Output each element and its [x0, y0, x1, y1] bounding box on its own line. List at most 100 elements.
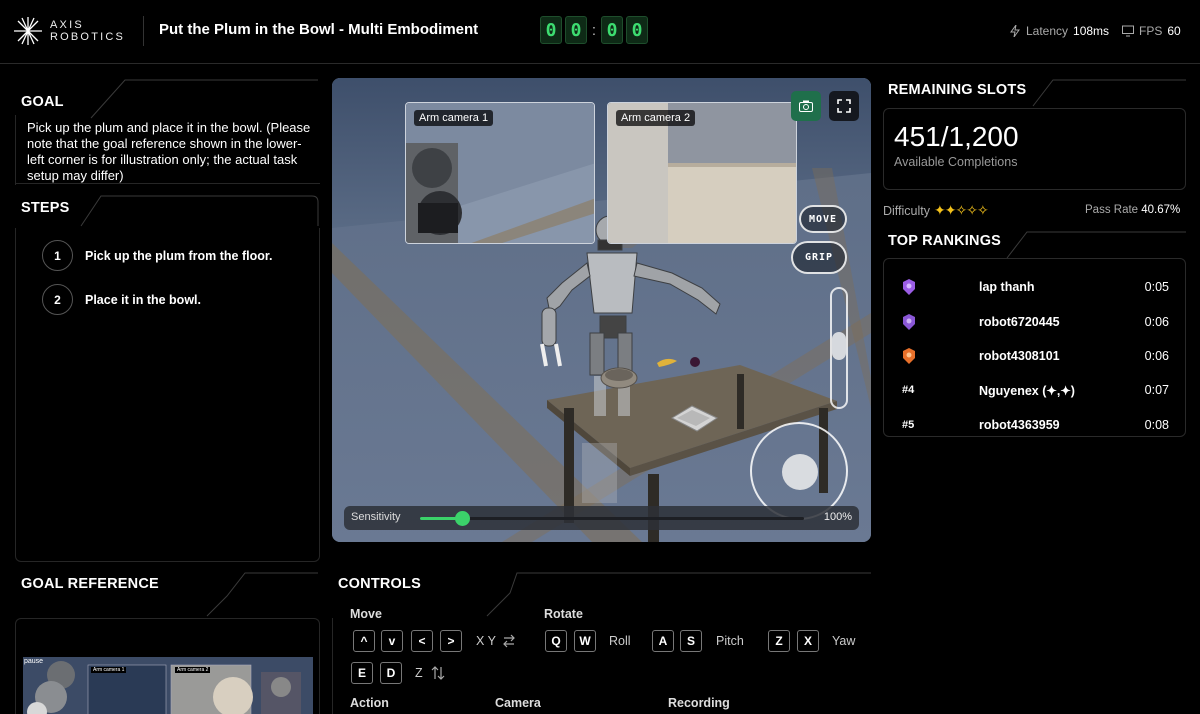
timer-digit: 0 [626, 16, 648, 44]
sensitivity-thumb[interactable] [455, 511, 471, 526]
step-number: 2 [42, 284, 73, 315]
ranking-name: robot4363959 [979, 418, 1060, 432]
ranking-row[interactable]: lap thanh 0:05 [884, 278, 1187, 298]
grip-button[interactable]: GRIP [791, 241, 847, 274]
brand-line-2: ROBOTICS [50, 31, 126, 43]
timer-digit: 0 [601, 16, 623, 44]
move-up-key[interactable]: ^ [353, 630, 375, 652]
goal-reference-header: GOAL REFERENCE [15, 568, 320, 617]
goal-frame-bottom [15, 183, 320, 184]
ranking-row[interactable]: robot4308101 0:06 [884, 347, 1187, 367]
ranking-time: 0:07 [1144, 383, 1169, 397]
ref-cam1-label: Arm camera 1 [91, 667, 127, 673]
yaw-label: Yaw [832, 634, 856, 648]
difficulty-stars-icon: ✦✦✧✧✧ [934, 202, 989, 218]
step-text: Place it in the bowl. [85, 292, 201, 307]
step-item: 1 Pick up the plum from the floor. [42, 240, 273, 271]
rankings-list: lap thanh 0:05 robot6720445 0:06 robot43… [883, 258, 1186, 437]
z-down-key[interactable]: D [380, 662, 402, 684]
simulation-viewport[interactable]: Arm camera 1 Arm camera 2 MOVE GRIP Sens… [332, 78, 871, 542]
top-rankings-title: TOP RANKINGS [888, 233, 1002, 249]
goal-frame-edge [15, 115, 16, 185]
steps-title: STEPS [21, 200, 70, 216]
roll-left-key[interactable]: Q [545, 630, 567, 652]
recording-label: Recording [668, 696, 730, 710]
difficulty: Difficulty ✦✦✧✧✧ [883, 202, 989, 219]
latency-indicator: Latency 108ms [1009, 24, 1109, 38]
fullscreen-icon [837, 99, 851, 113]
z-up-key[interactable]: E [351, 662, 373, 684]
fps-value: 60 [1167, 24, 1181, 38]
pause-label: pause [24, 658, 44, 665]
fps-indicator: FPS 60 [1122, 24, 1181, 38]
ranking-row[interactable]: robot6720445 0:06 [884, 313, 1187, 333]
second-place-badge-icon [903, 314, 915, 330]
sensitivity-label: Sensitivity [351, 511, 401, 523]
ranking-row[interactable]: #5 robot4363959 0:08 [884, 416, 1187, 436]
yaw-right-key[interactable]: X [797, 630, 819, 652]
move-mode-button[interactable]: MOVE [799, 205, 847, 233]
remaining-slots-value: 451/1,200 [894, 121, 1019, 152]
lightning-icon [1010, 25, 1020, 37]
step-number: 1 [42, 240, 73, 271]
rotate-label: Rotate [544, 607, 583, 621]
swap-horizontal-icon [503, 634, 515, 648]
steps-panel: 1 Pick up the plum from the floor. 2 Pla… [15, 228, 320, 562]
step-text: Pick up the plum from the floor. [85, 248, 273, 263]
sensitivity-value: 100% [823, 511, 852, 523]
goal-header: GOAL [15, 78, 320, 119]
ranking-name: robot4308101 [979, 349, 1060, 363]
fullscreen-button[interactable] [829, 91, 859, 121]
ranking-position: #4 [902, 384, 915, 396]
pass-rate-value: 40.67% [1141, 204, 1181, 216]
remaining-slots-card: 451/1,200 Available Completions [883, 108, 1186, 190]
timer: 0 0 : 0 0 [540, 16, 648, 44]
goal-reference-title: GOAL REFERENCE [21, 576, 159, 592]
arm-camera-1-feed[interactable]: Arm camera 1 [405, 102, 595, 244]
goal-description: Pick up the plum and place it in the bow… [27, 120, 311, 183]
sensitivity-slider[interactable] [420, 511, 804, 526]
brand-line-1: AXIS [50, 19, 84, 31]
axis-logo-icon [14, 17, 42, 45]
ranking-time: 0:05 [1144, 280, 1169, 294]
xy-label: X Y [476, 634, 496, 648]
task-title: Put the Plum in the Bowl - Multi Embodim… [159, 21, 479, 38]
ranking-name: lap thanh [979, 280, 1035, 294]
ranking-time: 0:06 [1144, 349, 1169, 363]
header-divider [143, 16, 144, 46]
arm-camera-2-feed[interactable]: Arm camera 2 [607, 102, 797, 244]
third-place-badge-icon [903, 348, 915, 364]
ranking-row[interactable]: #4 Nguyenex (✦,✦) 0:07 [884, 381, 1187, 401]
z-label: Z [415, 666, 423, 680]
move-down-key[interactable]: v [381, 630, 403, 652]
move-label: Move [350, 607, 382, 621]
pitch-down-key[interactable]: S [680, 630, 702, 652]
goal-title: GOAL [21, 94, 64, 110]
move-right-key[interactable]: > [440, 630, 462, 652]
ranking-position: #5 [902, 419, 915, 431]
timer-separator: : [591, 21, 597, 39]
pass-rate: Pass Rate 40.67% [1085, 204, 1180, 216]
height-slider[interactable] [830, 287, 848, 409]
first-place-badge-icon [903, 279, 915, 295]
fps-label: FPS [1139, 24, 1163, 38]
joystick-knob[interactable] [782, 454, 818, 490]
height-slider-thumb[interactable] [832, 332, 846, 360]
pitch-up-key[interactable]: A [652, 630, 674, 652]
goal-reference-image: pause Arm camera 1 Arm camera 2 [23, 657, 313, 714]
camera-icon [799, 100, 813, 112]
arm-camera-2-label: Arm camera 2 [616, 110, 696, 126]
swap-vertical-icon [431, 666, 445, 680]
ref-cam2-label: Arm camera 2 [175, 667, 211, 673]
remaining-slots-title: REMAINING SLOTS [888, 82, 1027, 98]
screenshot-button[interactable] [791, 91, 821, 121]
pitch-label: Pitch [716, 634, 744, 648]
move-left-key[interactable]: < [411, 630, 433, 652]
ranking-time: 0:06 [1144, 315, 1169, 329]
step-item: 2 Place it in the bowl. [42, 284, 201, 315]
controls-frame-edge [332, 618, 333, 714]
yaw-left-key[interactable]: Z [768, 630, 790, 652]
roll-right-key[interactable]: W [574, 630, 596, 652]
camera-label: Camera [495, 696, 541, 710]
timer-digit: 0 [565, 16, 587, 44]
